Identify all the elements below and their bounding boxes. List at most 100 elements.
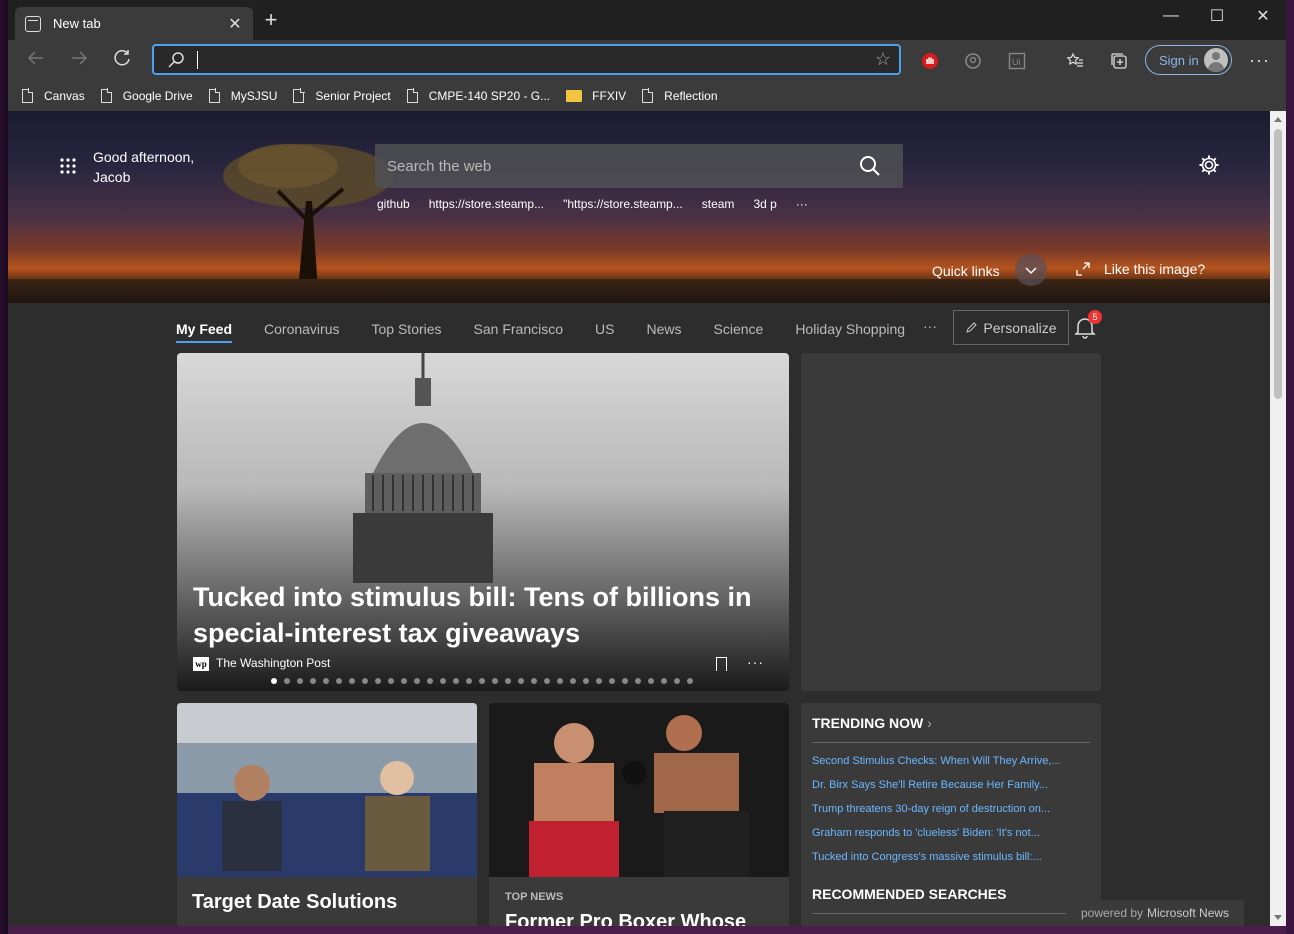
trending-item[interactable]: Graham responds to 'clueless' Biden: 'It…	[812, 825, 1061, 849]
carousel-dot[interactable]	[284, 678, 290, 684]
carousel-dot[interactable]	[648, 678, 654, 684]
carousel-dot[interactable]	[414, 678, 420, 684]
carousel-dot[interactable]	[453, 678, 459, 684]
suggestion-item[interactable]: 3d p	[753, 197, 776, 211]
carousel-dot[interactable]	[661, 678, 667, 684]
scrollbar-thumb[interactable]	[1274, 129, 1282, 399]
tab-my-feed[interactable]: My Feed	[176, 319, 233, 343]
article-source[interactable]: The Washington Post	[216, 656, 330, 670]
trending-item[interactable]: Trump threatens 30-day reign of destruct…	[812, 801, 1061, 825]
tab-top-stories[interactable]: Top Stories	[372, 319, 442, 343]
maximize-button[interactable]: ☐	[1194, 0, 1240, 32]
search-icon[interactable]	[859, 155, 881, 177]
tab-news[interactable]: News	[646, 319, 681, 343]
target-date-card[interactable]: Target Date Solutions	[177, 703, 477, 926]
tab-holiday-shopping[interactable]: Holiday Shopping	[795, 319, 905, 343]
article-title[interactable]: Tucked into stimulus bill: Tens of billi…	[193, 579, 773, 651]
suggestion-item[interactable]: steam	[702, 197, 735, 211]
featured-article-card[interactable]: Tucked into stimulus bill: Tens of billi…	[177, 353, 789, 691]
scroll-down-arrow-icon[interactable]	[1274, 915, 1282, 920]
bookmark-icon[interactable]	[716, 657, 727, 671]
trending-item[interactable]: Tucked into Congress's massive stimulus …	[812, 849, 1061, 873]
bookmark-reflection[interactable]: Reflection	[642, 88, 718, 103]
bookmark-senior-project[interactable]: Senior Project	[293, 88, 391, 103]
bookmark-folder-ffxiv[interactable]: FFXIV	[566, 89, 626, 103]
web-search-box[interactable]	[375, 144, 903, 188]
forward-arrow-icon[interactable]	[66, 48, 92, 72]
carousel-dot[interactable]	[375, 678, 381, 684]
boxing-news-card[interactable]: TOP NEWS Former Pro Boxer Whose	[489, 703, 789, 926]
trending-item[interactable]: Dr. Birx Says She'll Retire Because Her …	[812, 777, 1061, 801]
tab-close-icon[interactable]: ✕	[227, 14, 243, 34]
carousel-dot[interactable]	[687, 678, 693, 684]
close-button[interactable]: ✕	[1240, 0, 1286, 32]
feed-more-button[interactable]: ···	[923, 318, 937, 334]
extension-icon[interactable]	[962, 50, 984, 72]
bookmark-canvas[interactable]: Canvas	[22, 88, 85, 103]
carousel-dot[interactable]	[583, 678, 589, 684]
card-more-button[interactable]: ···	[747, 654, 764, 670]
card-title[interactable]: Target Date Solutions	[192, 891, 397, 914]
powered-by-badge[interactable]: powered by Microsoft News	[1066, 900, 1244, 926]
ui-extension-icon[interactable]: Ui	[1006, 50, 1028, 72]
scroll-up-arrow-icon[interactable]	[1274, 117, 1282, 122]
carousel-dot[interactable]	[362, 678, 368, 684]
carousel-dot[interactable]	[492, 678, 498, 684]
carousel-dot[interactable]	[505, 678, 511, 684]
collections-icon[interactable]	[1108, 50, 1130, 72]
settings-more-icon[interactable]: ···	[1249, 50, 1270, 71]
card-title[interactable]: Former Pro Boxer Whose	[505, 911, 746, 926]
address-input[interactable]	[200, 49, 860, 71]
tab-us[interactable]: US	[595, 319, 614, 343]
suggestions-more-button[interactable]: ···	[796, 197, 808, 211]
tab-san-francisco[interactable]: San Francisco	[474, 319, 563, 343]
carousel-dot[interactable]	[622, 678, 628, 684]
carousel-dot[interactable]	[479, 678, 485, 684]
browser-tab[interactable]: New tab ✕	[15, 7, 253, 40]
carousel-dot[interactable]	[544, 678, 550, 684]
carousel-dot[interactable]	[388, 678, 394, 684]
carousel-dot[interactable]	[466, 678, 472, 684]
trending-item[interactable]: Second Stimulus Checks: When Will They A…	[812, 753, 1061, 777]
carousel-dot[interactable]	[401, 678, 407, 684]
bookmark-cmpe-140[interactable]: CMPE-140 SP20 - G...	[406, 88, 550, 103]
carousel-dot[interactable]	[674, 678, 680, 684]
suggestion-item[interactable]: github	[377, 197, 410, 211]
carousel-dot[interactable]	[271, 678, 277, 684]
carousel-dot[interactable]	[427, 678, 433, 684]
carousel-dot[interactable]	[609, 678, 615, 684]
adblock-extension-icon[interactable]	[919, 50, 941, 72]
carousel-dot[interactable]	[440, 678, 446, 684]
favorite-star-icon[interactable]: ☆	[875, 49, 891, 70]
carousel-dot[interactable]	[349, 678, 355, 684]
page-scrollbar[interactable]	[1270, 111, 1286, 926]
web-search-input[interactable]	[387, 155, 847, 177]
carousel-dot[interactable]	[557, 678, 563, 684]
refresh-icon[interactable]	[110, 48, 136, 72]
new-tab-button[interactable]: +	[260, 9, 282, 31]
carousel-dot[interactable]	[531, 678, 537, 684]
carousel-dot[interactable]	[635, 678, 641, 684]
carousel-dot[interactable]	[310, 678, 316, 684]
quick-links-chevron-down-icon[interactable]	[1015, 254, 1047, 286]
like-image-button[interactable]: Like this image?	[1076, 261, 1205, 277]
personalize-button[interactable]: Personalize	[953, 310, 1069, 345]
bookmark-google-drive[interactable]: Google Drive	[100, 88, 193, 103]
sign-in-button[interactable]: Sign in	[1145, 45, 1232, 75]
quick-links-label[interactable]: Quick links	[932, 263, 1000, 279]
carousel-dot[interactable]	[570, 678, 576, 684]
carousel-dot[interactable]	[297, 678, 303, 684]
app-launcher-icon[interactable]	[59, 157, 77, 175]
carousel-dot[interactable]	[323, 678, 329, 684]
tab-science[interactable]: Science	[714, 319, 764, 343]
back-arrow-icon[interactable]	[23, 48, 49, 72]
gear-icon[interactable]	[1198, 154, 1220, 176]
address-bar[interactable]: ☆	[152, 44, 901, 75]
tab-coronavirus[interactable]: Coronavirus	[264, 319, 339, 343]
favorites-icon[interactable]	[1064, 50, 1086, 72]
minimize-button[interactable]: —	[1148, 0, 1194, 32]
bookmark-mysjsu[interactable]: MySJSU	[208, 88, 277, 103]
suggestion-item[interactable]: https://store.steamp...	[429, 197, 544, 211]
trending-header[interactable]: TRENDING NOW ›	[812, 715, 932, 731]
suggestion-item[interactable]: "https://store.steamp...	[563, 197, 683, 211]
